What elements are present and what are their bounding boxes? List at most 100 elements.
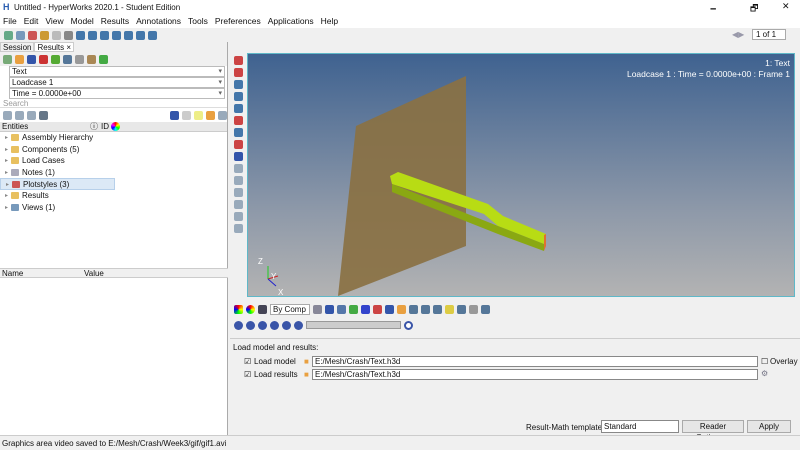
undo-icon[interactable] (39, 110, 48, 120)
page-nav-icon[interactable]: ◀▶ (732, 30, 744, 39)
copy-icon[interactable] (52, 30, 61, 40)
tool-icon[interactable] (233, 140, 243, 149)
section-icon[interactable] (373, 304, 382, 314)
view-icon[interactable] (158, 111, 167, 120)
tab-session[interactable]: Session (0, 42, 35, 52)
rotate-icon[interactable] (88, 30, 97, 40)
tool-icon[interactable] (233, 56, 243, 65)
next-frame-icon[interactable] (282, 320, 291, 330)
shade-icon[interactable] (325, 304, 334, 314)
tree-item-assembly[interactable]: ▸ Assembly Hierarchy (0, 132, 227, 144)
component-icon[interactable] (337, 304, 346, 314)
flex-icon[interactable] (63, 54, 72, 64)
menu-tools[interactable]: Tools (188, 16, 208, 26)
load-model-checkbox[interactable]: ☑ (244, 357, 251, 366)
filter3-icon[interactable] (27, 110, 36, 120)
tree-item-loadcases[interactable]: ▸ Load Cases (0, 155, 227, 167)
close-button[interactable]: ✕ (782, 1, 790, 12)
menu-results[interactable]: Results (101, 16, 129, 26)
tool-icon[interactable] (233, 224, 243, 233)
page-icon[interactable] (64, 30, 73, 40)
prev-frame-icon[interactable] (258, 320, 267, 330)
highlight-icon[interactable] (194, 110, 203, 120)
iso-icon[interactable] (75, 54, 84, 64)
menu-preferences[interactable]: Preferences (215, 16, 261, 26)
tool-icon[interactable] (233, 68, 243, 77)
color-wheel-icon[interactable] (246, 304, 255, 314)
time-select[interactable]: Time = 0.0000e+00 (9, 88, 225, 99)
contour-icon[interactable] (15, 54, 24, 64)
overlay-checkbox[interactable]: ☐ (761, 357, 768, 366)
tool-icon[interactable] (233, 104, 243, 113)
loadcase-select[interactable]: Loadcase 1 (9, 77, 225, 88)
pause-icon[interactable] (270, 320, 279, 330)
animation-mode-icon[interactable] (234, 320, 243, 330)
tool-icon[interactable] (233, 188, 243, 197)
tracing-icon[interactable] (99, 54, 108, 64)
tool-icon[interactable] (397, 304, 406, 314)
results-path-input[interactable]: E:/Mesh/Crash/Text.h3d (312, 369, 758, 380)
result-type-select[interactable]: Text (9, 66, 225, 77)
mesh-icon[interactable] (313, 304, 322, 314)
menu-model[interactable]: Model (71, 16, 94, 26)
menu-applications[interactable]: Applications (268, 16, 314, 26)
menu-help[interactable]: Help (321, 16, 338, 26)
tree-item-results[interactable]: ▸ Results (0, 190, 227, 202)
view-iso-icon[interactable] (124, 30, 133, 40)
tool-icon[interactable] (457, 304, 466, 314)
tool-icon[interactable] (233, 176, 243, 185)
tool-icon[interactable] (233, 128, 243, 137)
display-icon[interactable] (258, 304, 267, 314)
frame-slider[interactable] (306, 321, 401, 329)
load-results-checkbox[interactable]: ☑ (244, 370, 251, 379)
page-field[interactable]: 1 of 1 (752, 29, 786, 40)
tool-icon[interactable] (409, 304, 418, 314)
search-input[interactable]: Search (0, 99, 227, 108)
graphics-area[interactable]: 1: Text Loadcase 1 : Time = 0.0000e+00 :… (247, 53, 795, 297)
tool-icon[interactable] (233, 116, 243, 125)
hide-icon[interactable] (218, 110, 227, 120)
tool-icon[interactable] (233, 164, 243, 173)
apply-button[interactable]: Apply (747, 420, 791, 433)
reader-options-button[interactable]: Reader Options... (682, 420, 744, 442)
view-front-icon[interactable] (136, 30, 145, 40)
fit-icon[interactable] (112, 30, 121, 40)
menu-annotations[interactable]: Annotations (136, 16, 181, 26)
model-path-input[interactable]: E:/Mesh/Crash/Text.h3d (312, 356, 758, 367)
id-column[interactable]: ID (101, 122, 109, 131)
zoom-icon[interactable] (100, 30, 109, 40)
folder-icon[interactable]: ■ (304, 370, 309, 379)
last-frame-icon[interactable] (294, 320, 303, 330)
color-mode-select[interactable]: By Comp (270, 303, 310, 315)
isolate-icon[interactable] (349, 304, 358, 314)
deform-icon[interactable] (27, 54, 36, 64)
tensor-icon[interactable] (51, 54, 60, 64)
display-icon[interactable] (170, 110, 179, 120)
export-icon[interactable] (40, 30, 49, 40)
tree-item-notes[interactable]: ▸ Notes (1) (0, 167, 227, 179)
result-icon[interactable] (3, 54, 12, 64)
tool-icon[interactable] (421, 304, 430, 314)
tool-icon[interactable] (233, 212, 243, 221)
animation-settings-icon[interactable] (404, 320, 413, 330)
tool-icon[interactable] (385, 304, 394, 314)
filter-icon[interactable] (3, 110, 12, 120)
legend-icon[interactable] (234, 304, 243, 314)
tab-results[interactable]: Results × (34, 42, 75, 52)
template-select[interactable]: Standard (601, 420, 679, 433)
query-icon[interactable] (87, 54, 96, 64)
open-icon[interactable] (4, 30, 13, 40)
vector-icon[interactable] (39, 54, 48, 64)
note-icon[interactable] (469, 304, 478, 314)
show-icon[interactable] (206, 110, 215, 120)
import-icon[interactable] (28, 30, 37, 40)
pan-icon[interactable] (76, 30, 85, 40)
menu-edit[interactable]: Edit (24, 16, 39, 26)
menu-file[interactable]: File (3, 16, 17, 26)
tool-icon[interactable] (445, 304, 454, 314)
select-icon[interactable] (182, 110, 191, 120)
tool-icon[interactable] (233, 92, 243, 101)
filter2-icon[interactable] (15, 110, 24, 120)
entities-column[interactable]: Entities (2, 122, 82, 131)
tool-icon[interactable] (433, 304, 442, 314)
